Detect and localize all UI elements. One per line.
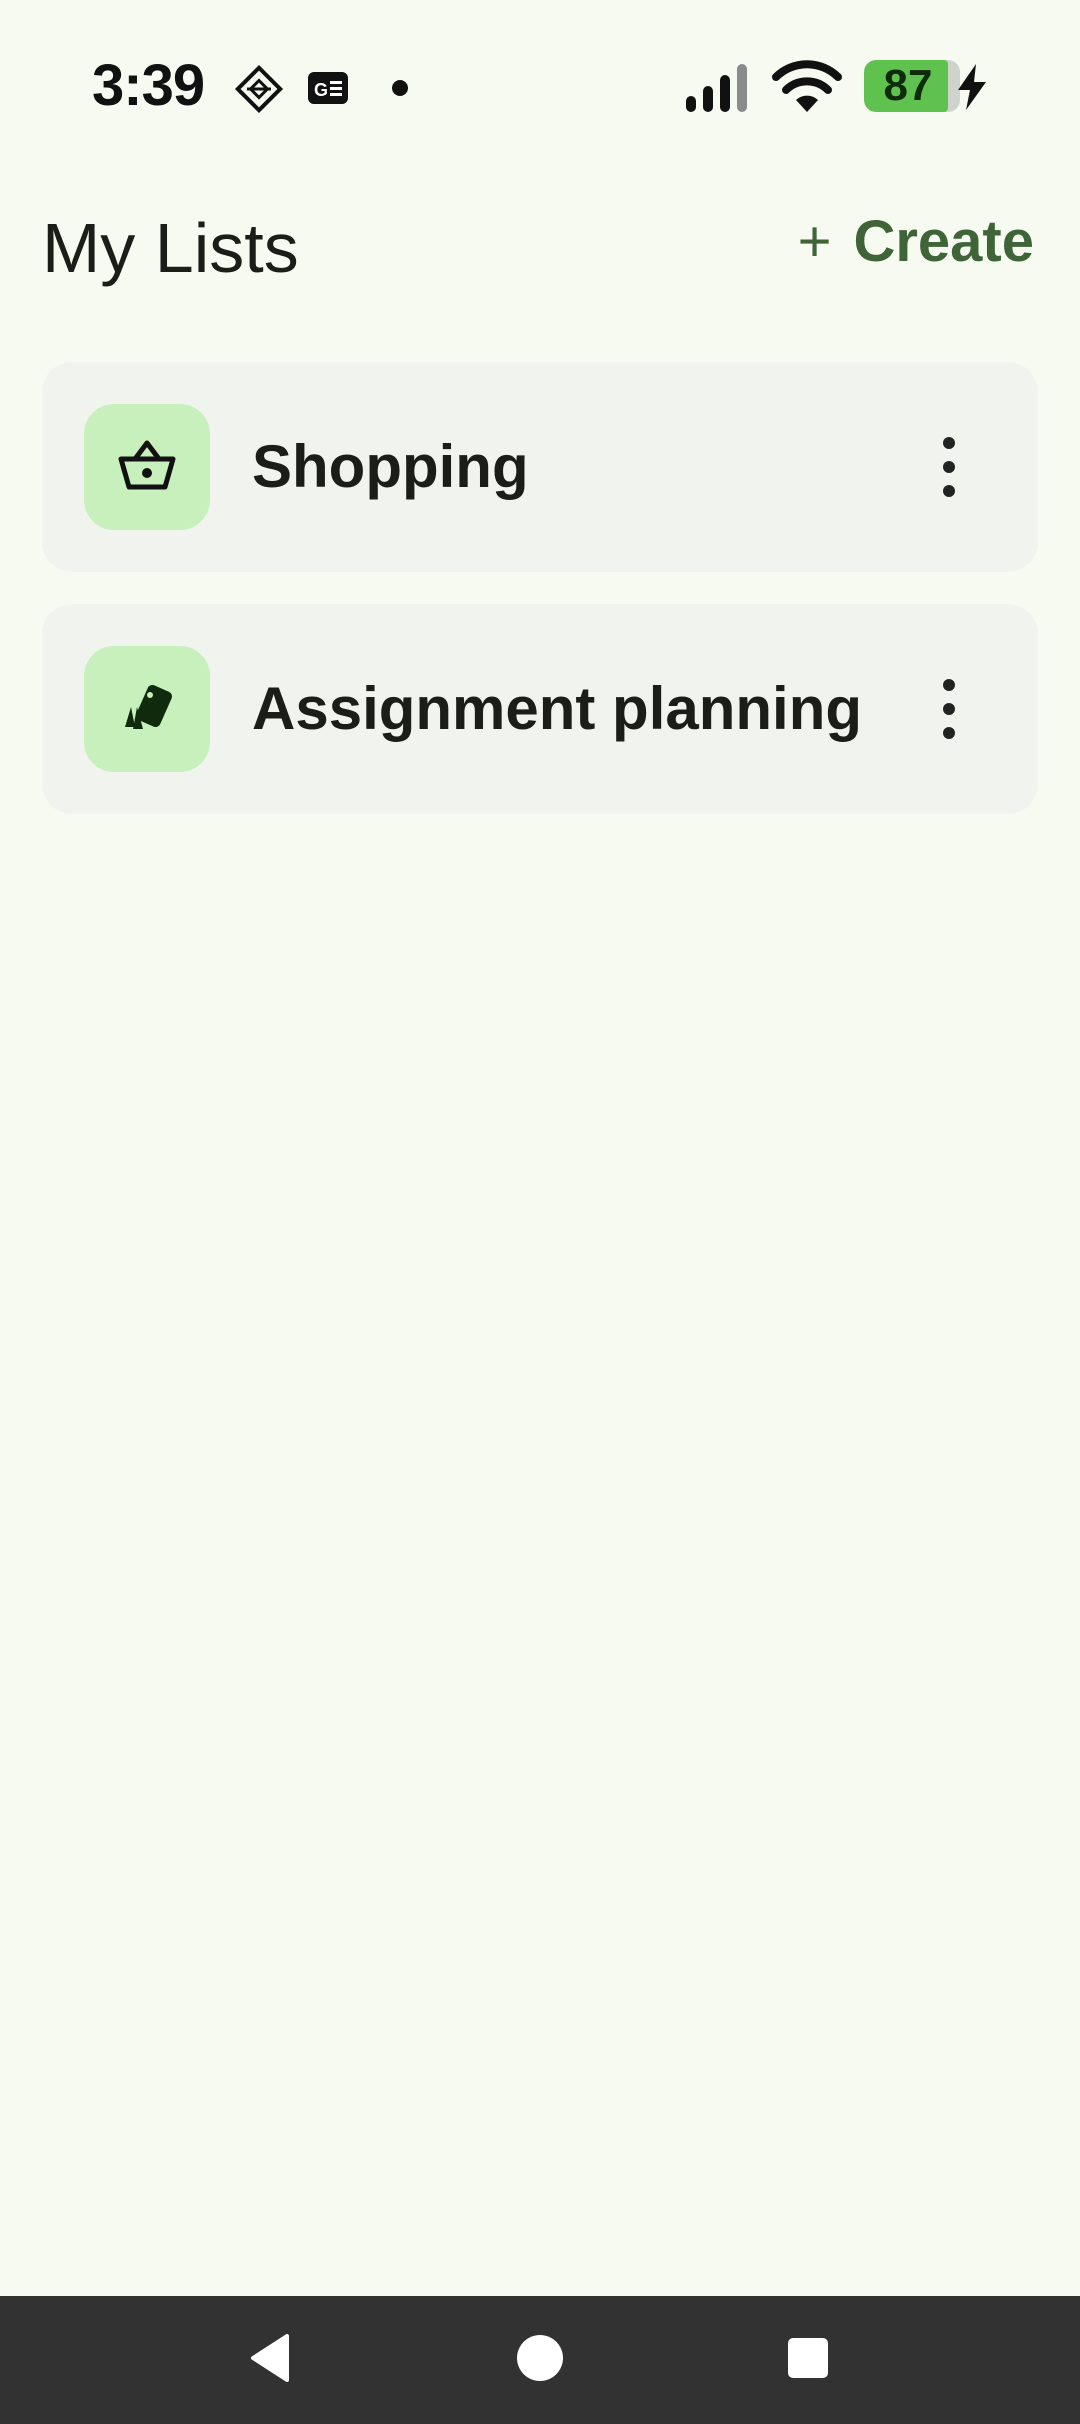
home-circle-icon [516,2334,564,2387]
list-item-shopping[interactable]: Shopping [42,362,1038,572]
recents-square-icon [786,2336,830,2385]
status-bar: 3:39 G 87 [0,0,1080,176]
lists-container: Shopping Assignment planning [42,362,1038,846]
list-icon-container [84,646,210,772]
back-triangle-icon [245,2332,295,2389]
list-item-assignment-planning[interactable]: Assignment planning [42,604,1038,814]
more-vert-icon [943,679,955,691]
list-item-label: Assignment planning [252,675,863,742]
cell-signal-icon [684,62,754,119]
notification-dot-icon [390,78,410,103]
more-vert-icon [943,437,955,449]
plus-icon: + [797,208,832,274]
recents-button[interactable] [738,2296,878,2424]
charging-bolt-icon [954,62,990,117]
page-title: My Lists [42,209,299,287]
back-button[interactable] [200,2296,340,2424]
more-options-button[interactable] [934,437,964,497]
app-diamond-icon [234,64,284,119]
battery-icon: 87 [864,60,960,112]
basket-icon [117,437,177,498]
list-icon-container [84,404,210,530]
system-nav-bar [0,2296,1080,2424]
status-time: 3:39 [92,53,205,118]
create-button-label: Create [853,209,1034,274]
cards-icon [117,677,177,742]
news-card-icon: G [306,68,350,113]
list-item-label: Shopping [252,433,529,500]
wifi-icon [772,60,842,119]
more-options-button[interactable] [934,679,964,739]
app-header: My Lists + Create [0,190,1080,300]
svg-text:G: G [314,80,328,100]
home-button[interactable] [470,2296,610,2424]
create-button[interactable]: + Create [798,208,1034,275]
battery-level: 87 [883,61,933,110]
